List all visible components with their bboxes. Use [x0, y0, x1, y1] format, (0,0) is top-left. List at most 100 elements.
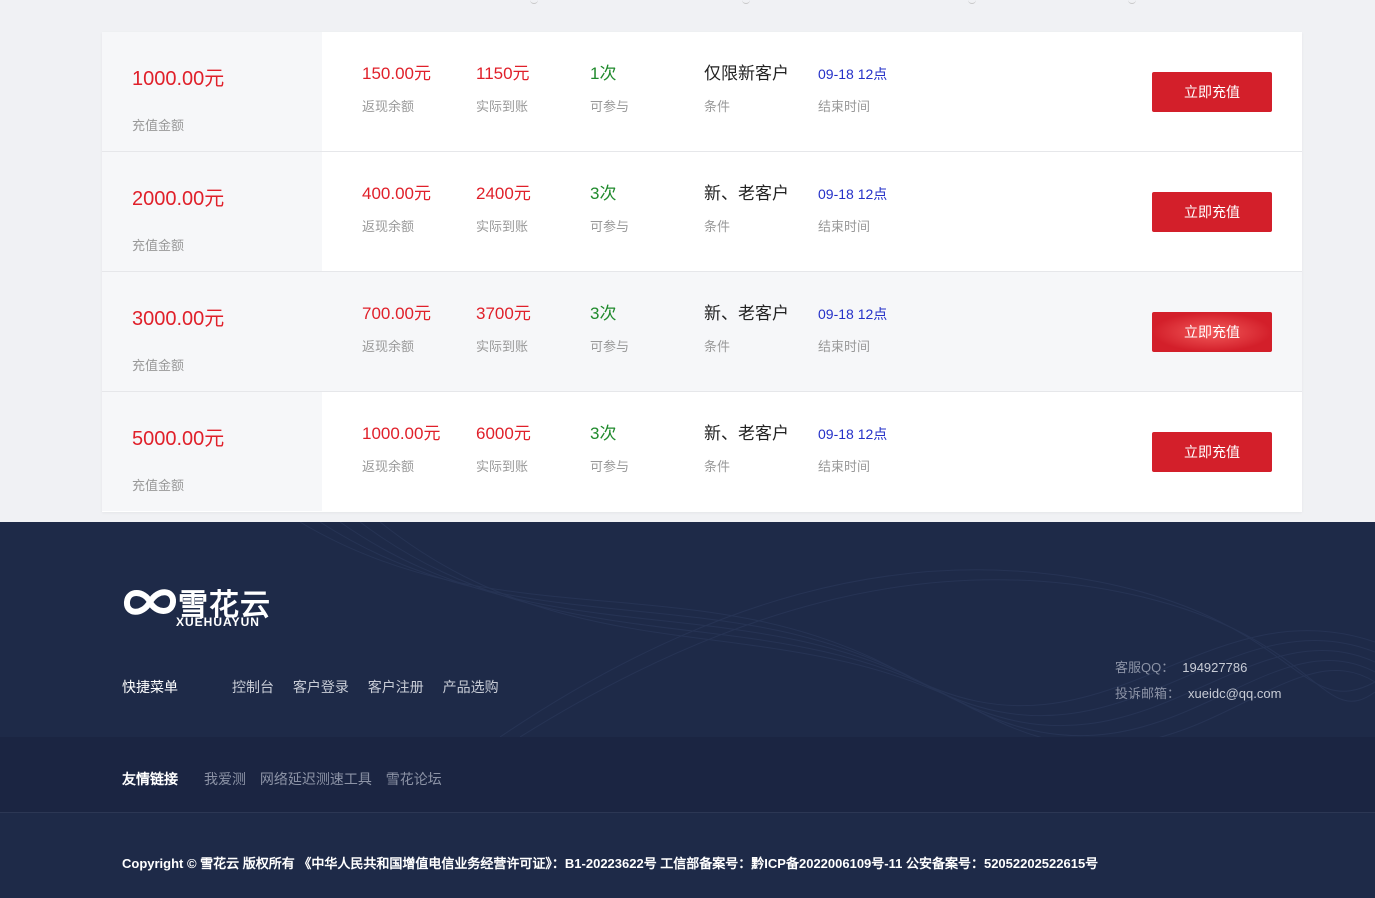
condition-cell: 新、老客户 条件: [704, 422, 789, 475]
end-time-cell: 09-18 12点 结束时间: [818, 182, 887, 235]
recharge-row: 1000.00元 充值金额 150.00元返现余额 1150元实际到账 1次可参…: [102, 32, 1302, 152]
friend-links-title: 友情链接: [122, 771, 178, 787]
end-time-value: 09-18 12点: [818, 306, 888, 322]
times-value: 3次: [590, 184, 617, 203]
recharge-row: 5000.00元 充值金额 1000.00元返现余额 6000元 实际到账 3次可…: [102, 392, 1302, 512]
recharge-row: 2000.00元 充值金额 400.00元返现余额 2400元 实际到账 3次可参…: [102, 152, 1302, 272]
qq-label: 客服QQ：: [1115, 660, 1175, 675]
email-label: 投诉邮箱：: [1115, 686, 1181, 701]
top-strip: [0, 0, 1375, 32]
recharge-amount: 5000.00元: [132, 428, 225, 450]
qq-value[interactable]: 194927786: [1182, 660, 1247, 675]
snowflake-logo-icon: [124, 589, 176, 615]
times-value: 3次: [590, 304, 617, 323]
end-time-cell: 09-18 12点 结束时间: [818, 302, 887, 355]
actual-label: 实际到账: [476, 339, 529, 354]
end-time-value: 09-18 12点: [818, 66, 888, 82]
times-value: 3次: [590, 424, 617, 443]
recharge-amount-label: 充值金额: [132, 238, 185, 253]
quick-link-console[interactable]: 控制台: [232, 679, 274, 695]
actual-label: 实际到账: [476, 459, 529, 474]
cashback-label: 返现余额: [362, 339, 415, 354]
cashback-cell: 1000.00元返现余额: [362, 422, 440, 475]
friend-links-bar: 友情链接 我爱测 网络延迟测速工具 雪花论坛: [0, 737, 1375, 813]
times-cell: 1次可参与: [590, 62, 629, 115]
times-value: 1次: [590, 64, 617, 83]
cashback-label: 返现余额: [362, 99, 415, 114]
recharge-amount-label: 充值金额: [132, 118, 185, 133]
condition-label: 条件: [704, 99, 731, 114]
end-time-value: 09-18 12点: [818, 186, 888, 202]
end-time-label: 结束时间: [818, 459, 871, 474]
amount-cell: 5000.00元 充值金额: [102, 392, 322, 511]
brand-logo[interactable]: 雪花云 XUEHUAYUN: [122, 572, 282, 632]
cashback-value: 150.00元: [362, 64, 431, 83]
cashback-cell: 150.00元返现余额: [362, 62, 431, 115]
condition-value: 新、老客户: [704, 304, 789, 323]
recharge-row: 3000.00元 充值金额 700.00元返现余额 3700元实际到账 3次 可参…: [102, 272, 1302, 392]
condition-value: 新、老客户: [704, 184, 789, 203]
logo-english-text: XUEHUAYUN: [176, 615, 260, 629]
contact-email-line: 投诉邮箱： xueidc@qq.com: [1115, 681, 1281, 707]
times-label: 可参与: [590, 219, 630, 234]
actual-label: 实际到账: [476, 99, 529, 114]
end-time-label: 结束时间: [818, 339, 871, 354]
cashback-label: 返现余额: [362, 459, 415, 474]
actual-cell: 2400元 实际到账: [476, 182, 531, 235]
condition-cell: 仅限新客户 条件: [704, 62, 789, 115]
recharge-amount-label: 充值金额: [132, 358, 185, 373]
friend-link-woaice[interactable]: 我爱测: [204, 771, 246, 787]
end-time-label: 结束时间: [818, 219, 871, 234]
email-value[interactable]: xueidc@qq.com: [1188, 686, 1281, 701]
quick-menu-title: 快捷菜单: [122, 679, 178, 695]
times-cell: 3次可参与: [590, 182, 629, 235]
recharge-now-button[interactable]: 立即充值: [1152, 312, 1272, 352]
actual-value: 3700元: [476, 304, 531, 323]
footer-upper: 雪花云 XUEHUAYUN 快捷菜单 控制台 客户登录 客户注册 产品选购 客服…: [0, 522, 1375, 737]
recharge-now-button[interactable]: 立即充值: [1152, 192, 1272, 232]
quick-menu-links: 控制台 客户登录 客户注册 产品选购: [232, 677, 514, 697]
condition-label: 条件: [704, 339, 731, 354]
times-cell: 3次可参与: [590, 422, 629, 475]
friend-links: 我爱测 网络延迟测速工具 雪花论坛: [204, 769, 452, 789]
contact-info: 客服QQ： 194927786 投诉邮箱： xueidc@qq.com: [1115, 655, 1281, 707]
actual-cell: 6000元 实际到账: [476, 422, 531, 475]
cashback-cell: 400.00元返现余额: [362, 182, 431, 235]
times-label: 可参与: [590, 459, 630, 474]
friend-link-latency-tool[interactable]: 网络延迟测速工具: [260, 771, 372, 787]
recharge-now-button[interactable]: 立即充值: [1152, 432, 1272, 472]
friend-link-forum[interactable]: 雪花论坛: [386, 771, 442, 787]
cashback-label: 返现余额: [362, 219, 415, 234]
cashback-value: 700.00元: [362, 304, 431, 323]
condition-label: 条件: [704, 219, 731, 234]
end-time-cell: 09-18 12点 结束时间: [818, 422, 887, 475]
condition-cell: 新、老客户 条件: [704, 182, 789, 235]
condition-label: 条件: [704, 459, 731, 474]
recharge-amount: 3000.00元: [132, 308, 225, 330]
quick-link-register[interactable]: 客户注册: [368, 679, 424, 695]
amount-cell: 3000.00元 充值金额: [102, 272, 322, 391]
end-time-value: 09-18 12点: [818, 426, 888, 442]
recharge-now-button[interactable]: 立即充值: [1152, 72, 1272, 112]
contact-qq-line: 客服QQ： 194927786: [1115, 655, 1281, 681]
actual-value: 1150元: [476, 64, 530, 83]
quick-link-login[interactable]: 客户登录: [293, 679, 349, 695]
footer: 雪花云 XUEHUAYUN 快捷菜单 控制台 客户登录 客户注册 产品选购 客服…: [0, 522, 1375, 898]
recharge-amount: 2000.00元: [132, 188, 225, 210]
amount-cell: 1000.00元 充值金额: [102, 32, 322, 151]
top-strip-marks: [530, 0, 1150, 4]
amount-cell: 2000.00元 充值金额: [102, 152, 322, 271]
condition-value: 新、老客户: [704, 424, 789, 443]
actual-cell: 1150元实际到账: [476, 62, 530, 115]
condition-value: 仅限新客户: [704, 64, 789, 83]
actual-cell: 3700元实际到账: [476, 302, 531, 355]
copyright-text: Copyright © 雪花云 版权所有 《中华人民共和国增值电信业务经营许可证…: [122, 856, 1099, 871]
quick-link-products[interactable]: 产品选购: [443, 679, 499, 695]
times-label: 可参与: [590, 99, 630, 114]
cashback-cell: 700.00元返现余额: [362, 302, 431, 355]
times-cell: 3次 可参与: [590, 302, 629, 355]
cashback-value: 1000.00元: [362, 424, 441, 443]
recharge-amount: 1000.00元: [132, 68, 225, 90]
end-time-cell: 09-18 12点 结束时间: [818, 62, 887, 115]
cashback-value: 400.00元: [362, 184, 431, 203]
